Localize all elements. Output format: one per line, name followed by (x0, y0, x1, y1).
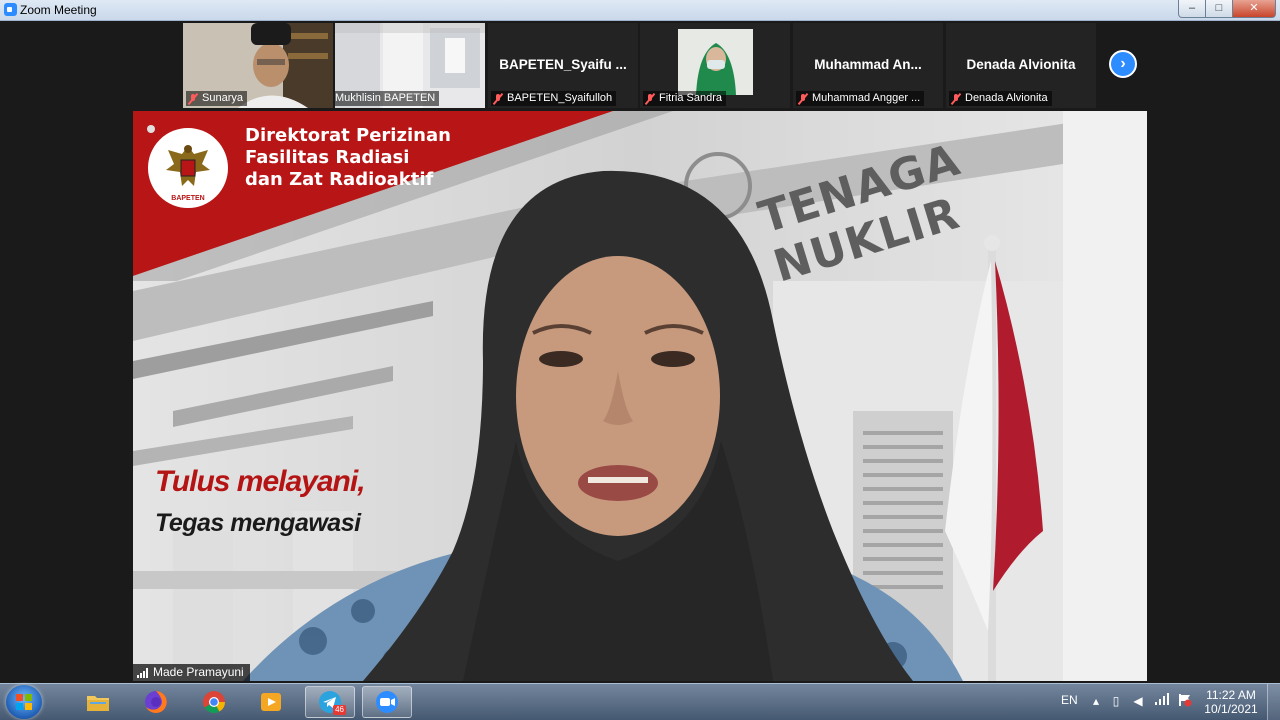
volume-icon[interactable]: ◀ (1130, 693, 1146, 709)
taskbar-telegram[interactable]: 46 (305, 686, 355, 718)
mic-muted-icon (798, 93, 808, 105)
taskbar-chrome[interactable] (189, 686, 239, 718)
media-player-icon (261, 693, 281, 711)
participant-name-label: Sunarya (186, 91, 247, 106)
signal-strength-icon (137, 667, 148, 678)
mic-muted-icon (951, 93, 961, 105)
participant-tile[interactable]: Muhammad An... Muhammad Angger ... (793, 23, 943, 108)
participant-name-label: Mukhlisin BAPETEN (335, 91, 440, 106)
network-icon[interactable] (1154, 693, 1170, 709)
close-button[interactable]: ✕ (1232, 0, 1276, 18)
system-clock[interactable]: 11:22 AM 10/1/2021 (1200, 688, 1262, 716)
start-button[interactable] (6, 685, 42, 719)
speaker-figure (243, 170, 963, 681)
participant-tile[interactable]: Sunarya (183, 23, 333, 108)
taskbar-media-player[interactable] (246, 686, 296, 718)
mic-muted-icon (645, 93, 655, 105)
participant-tile[interactable]: Mukhlisin BAPETEN (335, 23, 485, 108)
firefox-icon (145, 691, 167, 713)
show-desktop-button[interactable] (1267, 684, 1280, 720)
power-icon[interactable]: ▯ (1108, 693, 1124, 709)
zoom-app-icon (4, 3, 17, 16)
language-indicator[interactable]: EN (1061, 693, 1078, 707)
speaker-name-label: Made Pramayuni (133, 664, 250, 681)
participant-name-label: BAPETEN_Syaifulloh (491, 91, 617, 106)
participant-tile[interactable]: BAPETEN_Syaifu ... BAPETEN_Syaifulloh (488, 23, 638, 108)
window-title: Zoom Meeting (20, 3, 97, 17)
taskbar-zoom[interactable] (362, 686, 412, 718)
participant-display-name: Denada Alvionita (966, 57, 1076, 72)
participant-name-label: Fitria Sandra (643, 91, 726, 106)
maximize-button[interactable]: □ (1205, 0, 1233, 18)
taskbar: 46 EN ▴ ▯ ◀ 11:22 AM 10/1/2021 (0, 683, 1280, 720)
folder-icon (87, 696, 109, 711)
next-page-arrow-icon[interactable]: › (1109, 50, 1137, 78)
main-speaker-video: TENAGA NUKLIR BAPETEN Direktorat Perizin… (133, 111, 1147, 681)
chrome-icon (203, 691, 225, 713)
participant-display-name: BAPETEN_Syaifu ... (499, 57, 627, 72)
flag-icon (1179, 694, 1192, 707)
window-controls: – □ ✕ (1178, 0, 1276, 18)
action-center-flag-icon[interactable] (1177, 693, 1193, 709)
mic-muted-icon (188, 93, 198, 105)
participant-tile[interactable]: Fitria Sandra (640, 23, 790, 108)
show-hidden-icons-icon[interactable]: ▴ (1088, 693, 1104, 709)
title-bar: Zoom Meeting – □ ✕ (0, 0, 1280, 21)
participant-strip: Sunarya Mukhlisin BAPETEN BAPETEN_Syaifu… (0, 21, 1280, 109)
mic-muted-icon (493, 93, 503, 105)
minimize-button[interactable]: – (1178, 0, 1206, 18)
network-bars-icon (1155, 693, 1169, 705)
participant-tile[interactable]: Denada Alvionita Denada Alvionita (946, 23, 1096, 108)
taskbar-firefox[interactable] (131, 686, 181, 718)
zoom-icon (376, 691, 398, 713)
participant-name-label: Denada Alvionita (949, 91, 1052, 106)
telegram-unread-badge: 46 (333, 705, 346, 715)
taskbar-file-explorer[interactable] (73, 686, 123, 718)
participant-display-name: Muhammad An... (814, 57, 922, 72)
participant-name-label: Muhammad Angger ... (796, 91, 925, 106)
